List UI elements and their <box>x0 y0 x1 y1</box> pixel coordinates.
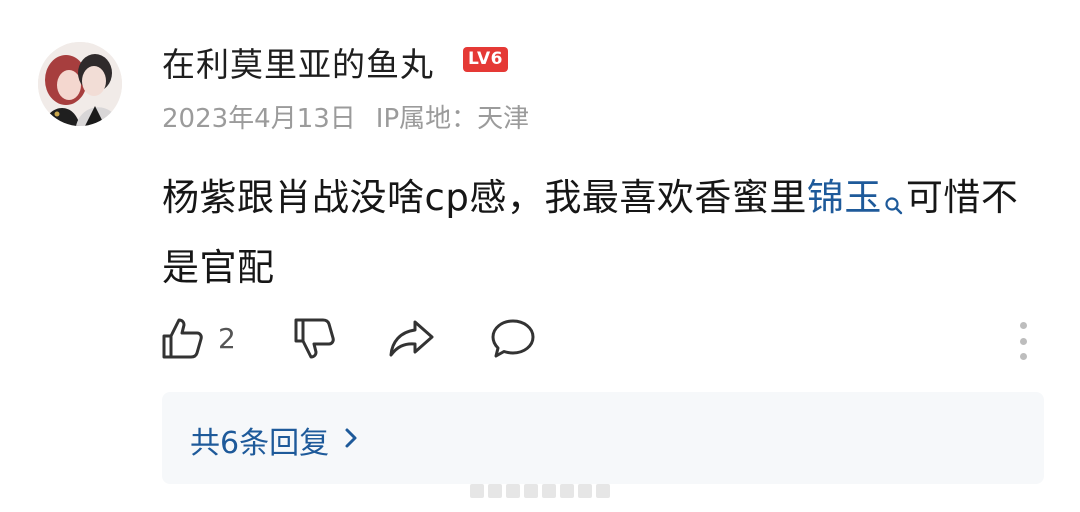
comment-button[interactable] <box>490 316 536 360</box>
chevron-right-icon <box>343 423 359 458</box>
ip-location: IP属地：天津 <box>375 104 530 134</box>
share-button[interactable] <box>388 316 436 360</box>
post-date: 2023年4月13日 <box>162 104 356 134</box>
like-count: 2 <box>218 321 236 355</box>
replies-panel: 共6条回复 <box>162 392 1044 484</box>
thumbs-up-icon <box>162 318 203 359</box>
comment-text-part-1: 杨紫跟肖战没啥cp感，我最喜欢香蜜里 <box>162 176 807 219</box>
username[interactable]: 在利莫里亚的鱼丸 <box>162 38 434 86</box>
share-icon <box>389 320 434 357</box>
level-badge: LV6 <box>463 47 508 72</box>
avatar[interactable] <box>38 42 122 126</box>
search-icon[interactable] <box>884 172 904 236</box>
more-dot <box>1019 353 1027 360</box>
more-icon[interactable] <box>1018 322 1028 360</box>
dislike-button[interactable] <box>292 316 336 360</box>
like-button[interactable]: 2 <box>160 316 236 360</box>
comment-text: 杨紫跟肖战没啥cp感，我最喜欢香蜜里锦玉 可惜不是官配 <box>162 166 1032 300</box>
watermark-image <box>470 484 610 498</box>
view-replies-link[interactable]: 共6条回复 <box>190 418 359 462</box>
comment-actions: 2 <box>160 316 1040 366</box>
avatar-image <box>38 42 122 126</box>
comment-icon <box>491 319 535 358</box>
more-dot <box>1019 322 1027 329</box>
more-dot <box>1019 337 1027 345</box>
replies-label: 共6条回复 <box>190 426 330 461</box>
thumbs-down-icon <box>294 318 335 359</box>
topic-link[interactable]: 锦玉 <box>807 176 882 219</box>
comment-meta: 2023年4月13日 IP属地：天津 <box>162 98 529 135</box>
